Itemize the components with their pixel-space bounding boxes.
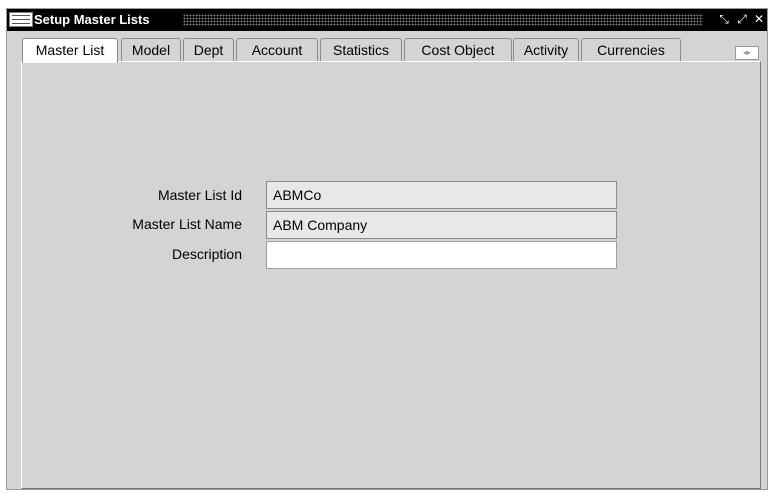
tab-scroll-arrows-icon[interactable]: ◂▸ [735, 46, 759, 60]
tab-strip: Master List Model Dept Account Statistic… [22, 38, 762, 63]
setup-master-lists-window: Setup Master Lists ⤡ ⤢ ✕ Master List Mod… [6, 8, 768, 490]
tab-cost-object[interactable]: Cost Object [404, 38, 512, 62]
tab-currencies[interactable]: Currencies [581, 38, 681, 62]
minimize-icon[interactable]: ⤡ [717, 12, 731, 27]
tab-account[interactable]: Account [236, 38, 318, 62]
master-list-id-label: Master List Id [157, 187, 242, 203]
title-bar[interactable]: Setup Master Lists ⤡ ⤢ ✕ [7, 9, 767, 31]
description-field[interactable] [266, 241, 617, 269]
master-list-panel: Master List Id ABMCo Master List Name AB… [21, 61, 761, 489]
tab-dept[interactable]: Dept [183, 38, 234, 62]
tab-statistics[interactable]: Statistics [320, 38, 402, 62]
maximize-icon[interactable]: ⤢ [735, 12, 749, 27]
description-label: Description [171, 246, 242, 262]
window-title: Setup Master Lists [34, 12, 150, 27]
tab-master-list[interactable]: Master List [22, 38, 118, 63]
master-list-name-label: Master List Name [132, 216, 242, 232]
app-menu-icon[interactable] [9, 12, 33, 27]
master-list-name-field[interactable]: ABM Company [266, 211, 617, 239]
tab-model[interactable]: Model [121, 38, 181, 62]
tab-activity[interactable]: Activity [513, 38, 579, 62]
title-bar-pattern [183, 14, 703, 26]
master-list-id-field[interactable]: ABMCo [266, 181, 617, 209]
close-icon[interactable]: ✕ [752, 12, 766, 27]
